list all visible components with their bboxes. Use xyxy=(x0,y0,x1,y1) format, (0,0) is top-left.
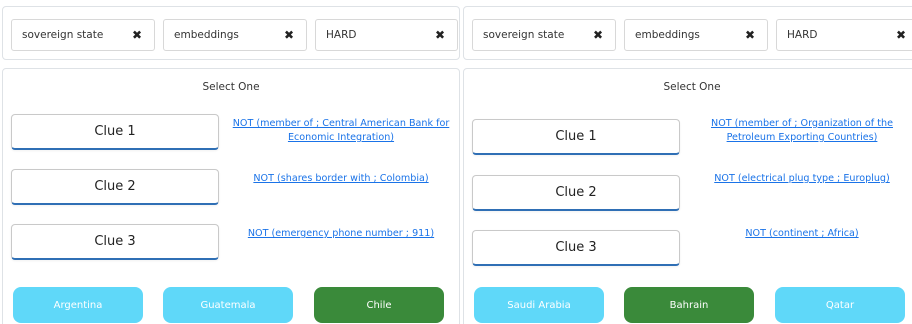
clue-1-button[interactable]: Clue 1 xyxy=(11,114,219,150)
game-stage: sovereign state ✖ embeddings ✖ HARD ✖ Se… xyxy=(0,0,912,324)
close-icon[interactable]: ✖ xyxy=(593,29,603,41)
filter-chip-label: sovereign state xyxy=(483,29,565,41)
clue-area: Select One Clue 1 NOT (member of ; Centr… xyxy=(2,68,460,324)
filter-chip-label: HARD xyxy=(787,29,818,41)
filter-chip-category[interactable]: sovereign state ✖ xyxy=(472,19,616,51)
clue-3-hint-link[interactable]: NOT (emergency phone number ; 911) xyxy=(231,227,451,241)
filter-chip-difficulty[interactable]: HARD ✖ xyxy=(776,19,912,51)
clue-2-button[interactable]: Clue 2 xyxy=(472,175,680,211)
filter-bar: sovereign state ✖ embeddings ✖ HARD ✖ xyxy=(2,6,460,60)
clue-area: Select One Clue 1 NOT (member of ; Organ… xyxy=(463,68,912,324)
filter-chip-category[interactable]: sovereign state ✖ xyxy=(11,19,155,51)
clue-2-hint-link[interactable]: NOT (shares border with ; Colombia) xyxy=(231,172,451,186)
clue-1-button[interactable]: Clue 1 xyxy=(472,119,680,155)
clue-3-hint-link[interactable]: NOT (continent ; Africa) xyxy=(692,227,912,241)
filter-chip-method[interactable]: embeddings ✖ xyxy=(624,19,768,51)
clue-1-hint-link[interactable]: NOT (member of ; Central American Bank f… xyxy=(231,117,451,145)
filter-chip-difficulty[interactable]: HARD ✖ xyxy=(315,19,458,51)
clue-1-hint-link[interactable]: NOT (member of ; Organization of the Pet… xyxy=(692,117,912,145)
close-icon[interactable]: ✖ xyxy=(284,29,294,41)
answer-button[interactable]: Qatar xyxy=(775,287,905,323)
puzzle-panel-right: sovereign state ✖ embeddings ✖ HARD ✖ Se… xyxy=(463,6,912,324)
clue-3-button[interactable]: Clue 3 xyxy=(472,230,680,266)
filter-bar: sovereign state ✖ embeddings ✖ HARD ✖ xyxy=(463,6,912,60)
filter-chip-method[interactable]: embeddings ✖ xyxy=(163,19,307,51)
filter-chip-label: sovereign state xyxy=(22,29,104,41)
clue-2-button[interactable]: Clue 2 xyxy=(11,169,219,205)
answer-button[interactable]: Bahrain xyxy=(624,287,754,323)
close-icon[interactable]: ✖ xyxy=(435,29,445,41)
filter-chip-label: embeddings xyxy=(635,29,700,41)
close-icon[interactable]: ✖ xyxy=(745,29,755,41)
select-one-prompt: Select One xyxy=(663,81,721,93)
clue-2-hint-link[interactable]: NOT (electrical plug type ; Europlug) xyxy=(692,172,912,186)
answer-button[interactable]: Saudi Arabia xyxy=(474,287,604,323)
select-one-prompt: Select One xyxy=(202,81,260,93)
answer-button[interactable]: Guatemala xyxy=(163,287,293,323)
filter-chip-label: HARD xyxy=(326,29,357,41)
close-icon[interactable]: ✖ xyxy=(132,29,142,41)
clue-3-button[interactable]: Clue 3 xyxy=(11,224,219,260)
answer-button[interactable]: Chile xyxy=(314,287,444,323)
close-icon[interactable]: ✖ xyxy=(896,29,906,41)
puzzle-panel-left: sovereign state ✖ embeddings ✖ HARD ✖ Se… xyxy=(2,6,460,324)
filter-chip-label: embeddings xyxy=(174,29,239,41)
answer-button[interactable]: Argentina xyxy=(13,287,143,323)
